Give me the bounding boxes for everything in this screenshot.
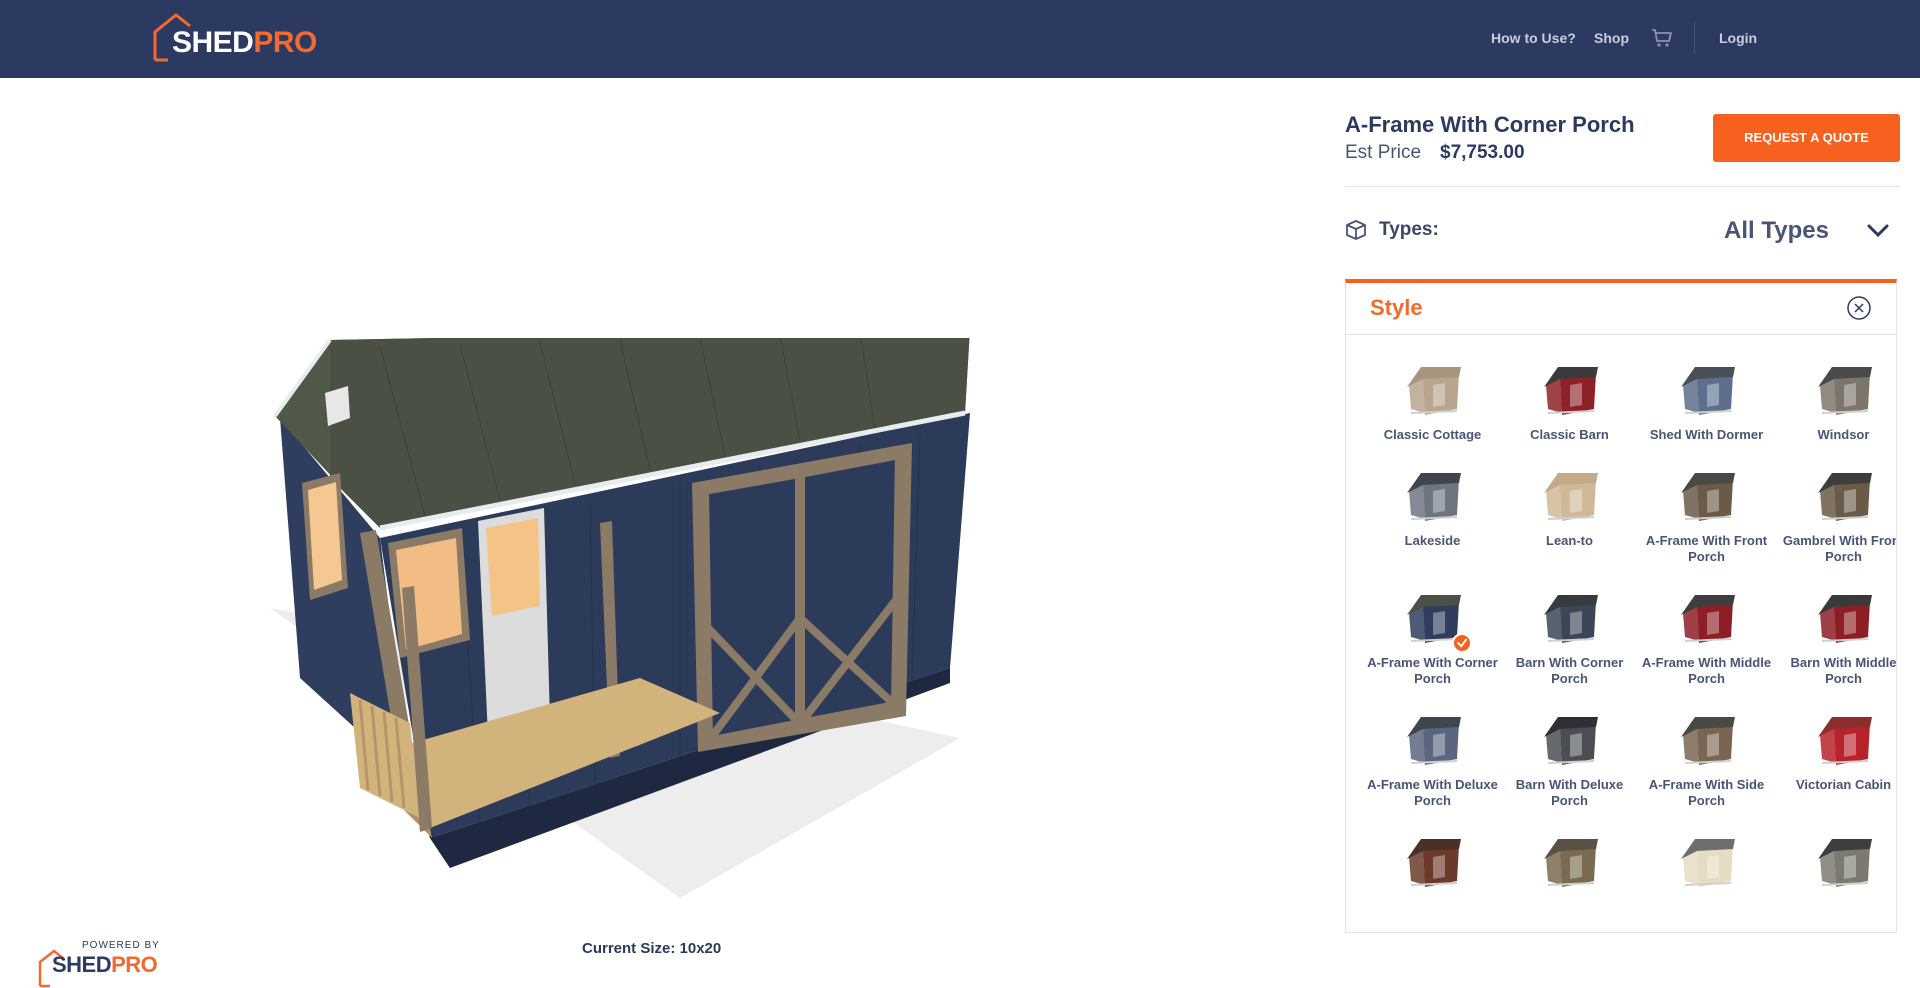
shed-thumbnail-icon <box>1407 839 1461 887</box>
shed-3d-viewer[interactable]: POWERED BY SHEDPRO Current Size: 10x20 <box>0 78 1320 988</box>
style-option[interactable]: Shed With Dormer <box>1638 363 1775 471</box>
current-size-label: Current Size: 10x20 <box>582 940 722 957</box>
request-quote-button[interactable]: REQUEST A QUOTE <box>1713 114 1900 162</box>
shed-thumbnail-icon <box>1818 367 1872 415</box>
style-option-label: Lakeside <box>1404 533 1461 548</box>
selected-check-icon <box>1452 633 1472 653</box>
style-option[interactable]: Gambrel With Front Porch <box>1775 469 1897 577</box>
product-title: A-Frame With Corner Porch <box>1345 112 1635 137</box>
top-navbar: SHEDPRO How to Use? Shop Login <box>0 0 1920 78</box>
shed-thumbnail-icon <box>1818 839 1872 887</box>
logo-word-pro: PRO <box>253 26 317 59</box>
shed-thumbnail-icon <box>1681 367 1735 415</box>
style-option[interactable]: Lakeside <box>1364 469 1501 577</box>
style-option[interactable]: Barn With Corner Porch <box>1501 591 1638 699</box>
style-option-label: A-Frame With Corner Porch <box>1367 655 1498 686</box>
shedpro-logo[interactable]: SHEDPRO <box>152 12 322 64</box>
style-option-label: A-Frame With Middle Porch <box>1641 655 1772 686</box>
style-option-label: Classic Cottage <box>1383 427 1482 442</box>
style-option-label: A-Frame With Deluxe Porch <box>1367 777 1498 808</box>
nav-how-to-use[interactable]: How to Use? <box>1491 30 1576 46</box>
logo-word-shed: SHED <box>172 26 254 59</box>
style-option[interactable]: A-Frame With Side Porch <box>1638 713 1775 821</box>
shed-thumbnail-icon <box>1544 839 1598 887</box>
shed-thumbnail-icon <box>1818 595 1872 643</box>
types-label: Types: <box>1379 219 1439 240</box>
style-option-label: A-Frame With Side Porch <box>1648 777 1765 808</box>
style-option[interactable] <box>1775 835 1896 932</box>
style-option-label: Barn With Deluxe Porch <box>1515 777 1624 808</box>
style-option[interactable]: A-Frame With Middle Porch <box>1638 591 1775 699</box>
shed-thumbnail-icon <box>1407 717 1461 765</box>
style-option[interactable]: A-Frame With Front Porch <box>1638 469 1775 577</box>
style-panel-header: Style <box>1346 283 1896 335</box>
style-option[interactable]: Barn With Middle Porch <box>1775 591 1897 699</box>
style-title: Style <box>1370 295 1423 320</box>
style-option-label: A-Frame With Front Porch <box>1645 533 1768 564</box>
shed-3d-model[interactable] <box>260 338 980 908</box>
style-option[interactable]: Classic Barn <box>1501 363 1638 471</box>
shed-thumbnail-icon <box>1544 473 1598 521</box>
shed-thumbnail-icon <box>1681 473 1735 521</box>
style-option[interactable] <box>1501 835 1638 932</box>
nav-shop[interactable]: Shop <box>1594 30 1629 46</box>
style-option-label: Barn With Corner Porch <box>1515 655 1624 686</box>
config-panel: A-Frame With Corner Porch Est Price $7,7… <box>1345 78 1900 933</box>
powered-by-badge[interactable]: POWERED BY SHEDPRO <box>38 940 168 988</box>
shed-thumbnail-icon <box>1818 717 1872 765</box>
powered-logo-shed: SHED <box>52 952 112 977</box>
style-option[interactable]: A-Frame With Corner Porch <box>1364 591 1501 699</box>
chevron-down-icon[interactable] <box>1866 222 1890 240</box>
style-option[interactable]: Classic Cottage <box>1364 363 1501 471</box>
divider <box>1345 186 1900 187</box>
style-option-label: Windsor <box>1817 427 1870 442</box>
close-icon[interactable] <box>1846 295 1872 321</box>
style-option[interactable] <box>1638 835 1775 932</box>
style-panel: Style Classic Cottage Classic Barn Shed Wi… <box>1345 279 1897 933</box>
style-option[interactable]: A-Frame With Deluxe Porch <box>1364 713 1501 821</box>
box-icon <box>1346 220 1366 240</box>
style-option-label: Barn With Middle Porch <box>1790 655 1897 686</box>
shed-thumbnail-icon <box>1544 595 1598 643</box>
shed-thumbnail-icon <box>1681 595 1735 643</box>
nav-divider <box>1694 22 1695 54</box>
style-option[interactable]: Victorian Cabin <box>1775 713 1896 821</box>
shed-thumbnail-icon <box>1818 473 1872 521</box>
est-price-value: $7,753.00 <box>1440 142 1525 163</box>
style-option[interactable]: Barn With Deluxe Porch <box>1501 713 1638 821</box>
style-option-label: Lean-to <box>1546 533 1593 548</box>
style-option-label: Classic Barn <box>1530 427 1609 442</box>
powered-by-label: POWERED BY <box>82 940 160 951</box>
shed-thumbnail-icon <box>1681 717 1735 765</box>
style-option[interactable] <box>1364 835 1501 932</box>
style-option-label: Shed With Dormer <box>1649 427 1764 442</box>
scrollbar[interactable] <box>1896 283 1897 498</box>
shed-thumbnail-icon <box>1407 367 1461 415</box>
style-option-label: Victorian Cabin <box>1795 777 1892 792</box>
style-option-label: Gambrel With Front Porch <box>1782 533 1897 564</box>
est-price-label: Est Price <box>1345 142 1422 163</box>
shed-thumbnail-icon <box>1544 367 1598 415</box>
style-option[interactable]: Windsor <box>1775 363 1896 471</box>
types-dropdown[interactable]: All Types <box>1724 217 1829 245</box>
shed-thumbnail-icon <box>1681 839 1735 887</box>
shed-thumbnail-icon <box>1544 717 1598 765</box>
nav-login[interactable]: Login <box>1719 30 1757 46</box>
style-option[interactable]: Lean-to <box>1501 469 1638 577</box>
shed-thumbnail-icon <box>1407 473 1461 521</box>
cart-icon[interactable] <box>1651 28 1673 48</box>
powered-logo-pro: PRO <box>111 952 158 977</box>
